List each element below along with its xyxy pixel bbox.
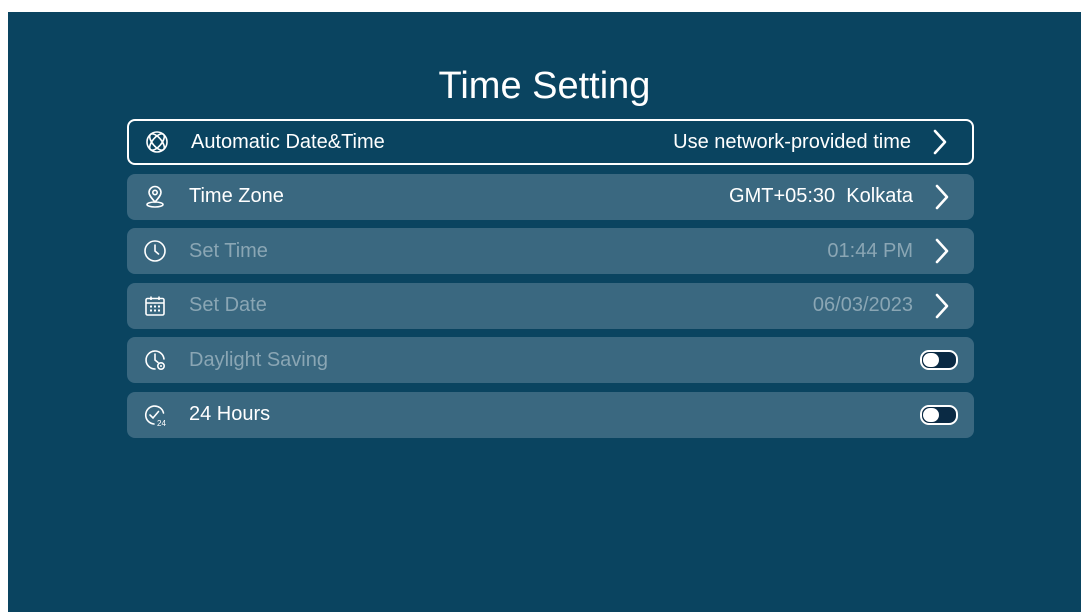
clock-icon (143, 239, 167, 263)
setting-value: Use network-provided time (673, 130, 911, 153)
globe-icon (145, 130, 169, 154)
chevron-right-icon (934, 293, 950, 319)
setting-set-date[interactable]: Set Date 06/03/2023 (127, 282, 974, 329)
chevron-right-icon (934, 184, 950, 210)
24-hours-toggle[interactable] (920, 404, 958, 425)
clock-24-icon: 24 (143, 403, 167, 427)
setting-label: Automatic Date&Time (191, 130, 385, 153)
setting-label: Time Zone (189, 185, 284, 207)
setting-automatic-date-time[interactable]: Automatic Date&Time Use network-provided… (127, 119, 974, 165)
daylight-clock-icon (143, 348, 167, 372)
setting-value: GMT+05:30 Kolkata (729, 185, 913, 207)
calendar-icon (143, 294, 167, 318)
setting-daylight-saving[interactable]: Daylight Saving (127, 337, 974, 383)
svg-text:24: 24 (157, 419, 166, 427)
setting-label: Daylight Saving (189, 348, 328, 371)
setting-value: 01:44 PM (827, 239, 913, 262)
setting-set-time[interactable]: Set Time 01:44 PM (127, 228, 974, 274)
toggle-knob (923, 353, 939, 367)
setting-24-hours[interactable]: 24 24 Hours (127, 391, 974, 438)
time-setting-screen: Time Setting Automatic Date&Time Use net… (8, 12, 1081, 612)
location-pin-icon (143, 185, 167, 209)
chevron-right-icon (934, 238, 950, 264)
setting-value: 06/03/2023 (812, 294, 913, 316)
page-title: Time Setting (438, 65, 651, 107)
setting-label: 24 Hours (189, 403, 271, 425)
toggle-knob (923, 407, 939, 422)
daylight-saving-toggle[interactable] (920, 350, 958, 370)
setting-label: Set Date (189, 294, 267, 316)
settings-list: Automatic Date&Time Use network-provided… (127, 119, 974, 446)
chevron-right-icon (932, 129, 948, 155)
setting-time-zone[interactable]: Time Zone GMT+05:30 Kolkata (127, 173, 974, 220)
setting-label: Set Time (189, 239, 268, 262)
